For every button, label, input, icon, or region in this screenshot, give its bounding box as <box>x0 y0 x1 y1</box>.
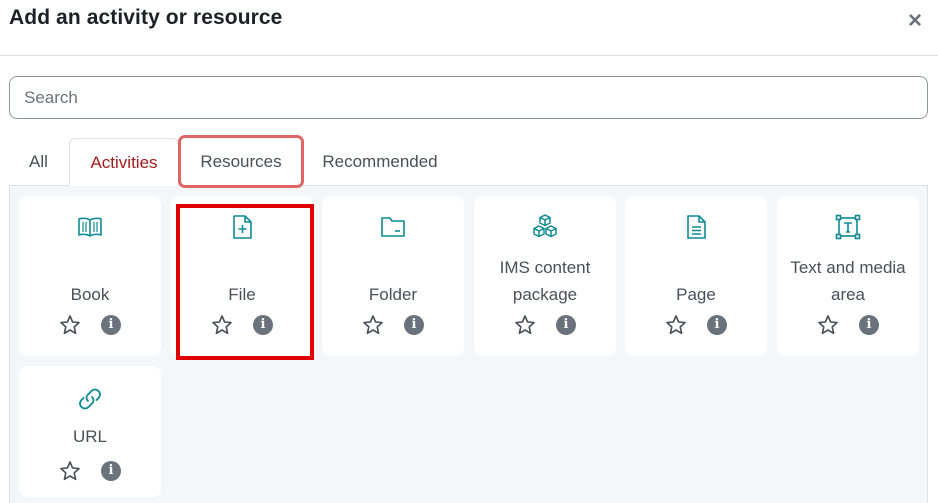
star-icon[interactable] <box>211 314 233 336</box>
folder-icon <box>379 213 407 241</box>
info-icon[interactable]: i <box>101 315 121 335</box>
info-icon[interactable]: i <box>859 315 879 335</box>
item-card-book[interactable]: Book i <box>19 196 161 356</box>
ims-package-icon <box>531 213 559 241</box>
item-label: File <box>228 285 256 304</box>
tab-all[interactable]: All <box>9 138 69 186</box>
tab-activities[interactable]: Activities <box>69 138 179 186</box>
star-icon[interactable] <box>59 460 81 482</box>
item-card-url[interactable]: URL i <box>19 366 161 497</box>
chooser-panel: Book i File i Folder i IMS content packa… <box>9 185 928 503</box>
star-icon[interactable] <box>514 314 536 336</box>
link-icon <box>76 385 104 413</box>
tab-recommended[interactable]: Recommended <box>305 138 455 186</box>
item-card-text-and-media-area[interactable]: Text and media area i <box>777 196 919 356</box>
item-label-line2: package <box>512 285 578 304</box>
star-icon[interactable] <box>817 314 839 336</box>
modal-header: Add an activity or resource × <box>0 0 938 56</box>
star-icon[interactable] <box>362 314 384 336</box>
item-card-folder[interactable]: Folder i <box>322 196 464 356</box>
tab-bar: All Activities Resources Recommended <box>9 138 928 186</box>
item-card-file[interactable]: File i <box>171 196 313 356</box>
search-input[interactable] <box>9 76 928 119</box>
close-button[interactable]: × <box>905 9 925 33</box>
item-label-line1: IMS content <box>499 258 591 277</box>
item-card-ims-content-package[interactable]: IMS content package i <box>474 196 616 356</box>
info-icon[interactable]: i <box>253 315 273 335</box>
tab-resources[interactable]: Resources <box>179 138 303 186</box>
file-icon <box>228 213 256 241</box>
info-icon[interactable]: i <box>707 315 727 335</box>
item-label-line2: area <box>830 285 866 304</box>
book-icon <box>76 213 104 241</box>
item-label: Page <box>676 285 716 304</box>
info-icon[interactable]: i <box>101 461 121 481</box>
item-card-page[interactable]: Page i <box>625 196 767 356</box>
page-icon <box>682 213 710 241</box>
star-icon[interactable] <box>59 314 81 336</box>
modal-title: Add an activity or resource <box>9 6 283 29</box>
info-icon[interactable]: i <box>556 315 576 335</box>
item-label: Folder <box>368 285 418 304</box>
text-media-icon <box>834 213 862 241</box>
item-label: Book <box>70 285 110 304</box>
info-icon[interactable]: i <box>404 315 424 335</box>
star-icon[interactable] <box>665 314 687 336</box>
item-label: URL <box>72 427 107 446</box>
item-label-line1: Text and media <box>790 258 906 277</box>
